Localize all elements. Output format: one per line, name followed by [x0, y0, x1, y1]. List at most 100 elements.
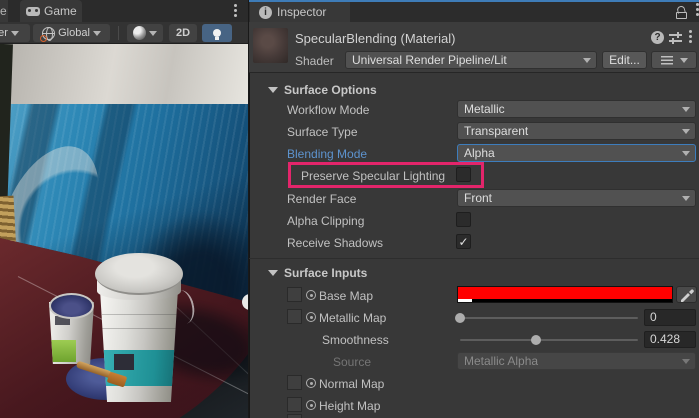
annotation-box — [288, 162, 484, 188]
base-map-color-swatch[interactable] — [457, 286, 673, 303]
paint-can-opening — [49, 293, 94, 319]
scene-lighting-toggle[interactable] — [202, 24, 232, 42]
bucket-ring — [102, 328, 177, 329]
lightbulb-icon — [213, 29, 221, 37]
chevron-down-icon — [682, 196, 690, 201]
pivot-mode-button[interactable]: ter — [0, 24, 30, 42]
smoothness-label: Smoothness — [322, 333, 389, 347]
surface-type-value: Transparent — [464, 124, 528, 138]
chevron-down-icon — [583, 58, 591, 63]
normal-map-texture-slot[interactable] — [287, 375, 302, 390]
game-viewport[interactable] — [0, 44, 248, 418]
list-icon — [661, 56, 673, 65]
lock-open-icon[interactable] — [676, 6, 687, 19]
chevron-down-icon — [149, 31, 157, 36]
workflow-mode-dropdown[interactable]: Metallic — [457, 100, 696, 118]
partial-tab[interactable]: e — [0, 0, 8, 22]
foldout-triangle-icon — [268, 270, 278, 276]
game-tab-bar: e Game — [0, 0, 248, 22]
edit-shader-button[interactable]: Edit... — [602, 51, 647, 69]
chevron-down-icon — [682, 151, 690, 156]
render-face-value: Front — [464, 191, 492, 205]
occlusion-map-texture-slot[interactable] — [287, 414, 302, 418]
blending-mode-label: Blending Mode — [287, 147, 367, 161]
base-map-alpha-strip — [458, 299, 672, 302]
game-panel: e Game ter Global 2D — [0, 0, 248, 418]
section-divider — [249, 258, 699, 259]
tab-game[interactable]: Game — [20, 0, 82, 22]
pivot-mode-label: ter — [0, 27, 8, 39]
receive-shadows-checkbox[interactable]: ✓ — [456, 234, 471, 249]
presets-icon[interactable] — [669, 32, 682, 44]
shaded-sphere-icon — [133, 26, 146, 40]
bucket-lid — [95, 253, 183, 295]
gamepad-icon — [26, 7, 40, 16]
surface-inputs-header: Surface Inputs — [284, 266, 367, 280]
source-value: Metallic Alpha — [464, 354, 538, 368]
receive-shadows-label: Receive Shadows — [287, 236, 383, 250]
texture-target-icon — [306, 378, 316, 388]
bucket-logo — [114, 354, 134, 370]
chevron-down-icon — [682, 107, 690, 112]
alpha-clipping-label: Alpha Clipping — [287, 214, 364, 228]
can-green-label — [50, 340, 76, 362]
material-kebab-icon[interactable] — [689, 35, 692, 38]
surface-options-foldout[interactable]: Surface Options — [268, 83, 377, 97]
texture-target-icon — [306, 290, 316, 300]
game-menu-kebab-icon[interactable] — [234, 9, 237, 12]
height-map-texture-slot[interactable] — [287, 397, 302, 412]
shading-mode-button[interactable] — [127, 24, 163, 42]
chevron-down-icon — [93, 31, 101, 36]
chevron-down-icon — [682, 129, 690, 134]
metallic-map-label: Metallic Map — [319, 311, 386, 325]
render-face-dropdown[interactable]: Front — [457, 189, 696, 207]
inspector-tab-label: Inspector — [277, 5, 326, 19]
smoothness-slider[interactable] — [460, 339, 638, 341]
toggle-2d-button[interactable]: 2D — [169, 24, 197, 42]
blending-mode-value: Alpha — [464, 146, 495, 160]
shader-value: Universal Render Pipeline/Lit — [352, 53, 507, 67]
base-map-label: Base Map — [319, 289, 373, 303]
foldout-triangle-icon — [268, 87, 278, 93]
unpainted-wall-top — [0, 44, 248, 104]
info-icon: i — [259, 6, 272, 19]
eyedropper-button[interactable] — [676, 286, 697, 303]
texture-target-icon — [306, 312, 316, 322]
help-icon[interactable]: ? — [651, 31, 664, 44]
shader-menu-button[interactable] — [651, 51, 697, 69]
metallic-value-field[interactable]: 0 — [644, 309, 696, 326]
height-map-label: Height Map — [319, 399, 380, 413]
metallic-slider[interactable] — [460, 317, 638, 319]
smoothness-value-field[interactable]: 0.428 — [644, 331, 696, 348]
orientation-global-button[interactable]: Global — [33, 24, 110, 42]
surface-type-dropdown[interactable]: Transparent — [457, 122, 696, 140]
surface-type-label: Surface Type — [287, 125, 358, 139]
metallic-slider-handle[interactable] — [455, 313, 465, 323]
game-tab-label: Game — [44, 4, 77, 18]
metallic-map-texture-slot[interactable] — [287, 309, 302, 324]
render-face-label: Render Face — [287, 192, 356, 206]
chevron-down-icon — [11, 31, 19, 36]
paint-bucket — [98, 284, 180, 402]
material-preview-thumbnail[interactable] — [253, 28, 288, 63]
source-label: Source — [333, 355, 371, 369]
workflow-mode-label: Workflow Mode — [287, 103, 369, 117]
globe-icon — [42, 27, 55, 40]
workflow-mode-value: Metallic — [464, 102, 505, 116]
texture-target-icon — [306, 400, 316, 410]
surface-inputs-foldout[interactable]: Surface Inputs — [268, 266, 367, 280]
toolbar-divider — [118, 26, 119, 40]
base-map-texture-slot[interactable] — [287, 287, 302, 302]
blending-mode-dropdown[interactable]: Alpha — [457, 144, 696, 162]
source-dropdown: Metallic Alpha — [457, 352, 696, 370]
normal-map-label: Normal Map — [319, 377, 384, 391]
alpha-clipping-checkbox[interactable] — [456, 212, 471, 227]
tab-inspector[interactable]: i Inspector — [250, 2, 350, 22]
chevron-down-icon — [682, 359, 690, 364]
surface-options-header: Surface Options — [284, 83, 377, 97]
2d-label: 2D — [176, 27, 190, 39]
shader-dropdown[interactable]: Universal Render Pipeline/Lit — [345, 51, 597, 69]
game-toolbar: ter Global 2D — [0, 22, 248, 44]
orientation-label: Global — [58, 27, 90, 39]
material-title: SpecularBlending (Material) — [295, 31, 455, 46]
